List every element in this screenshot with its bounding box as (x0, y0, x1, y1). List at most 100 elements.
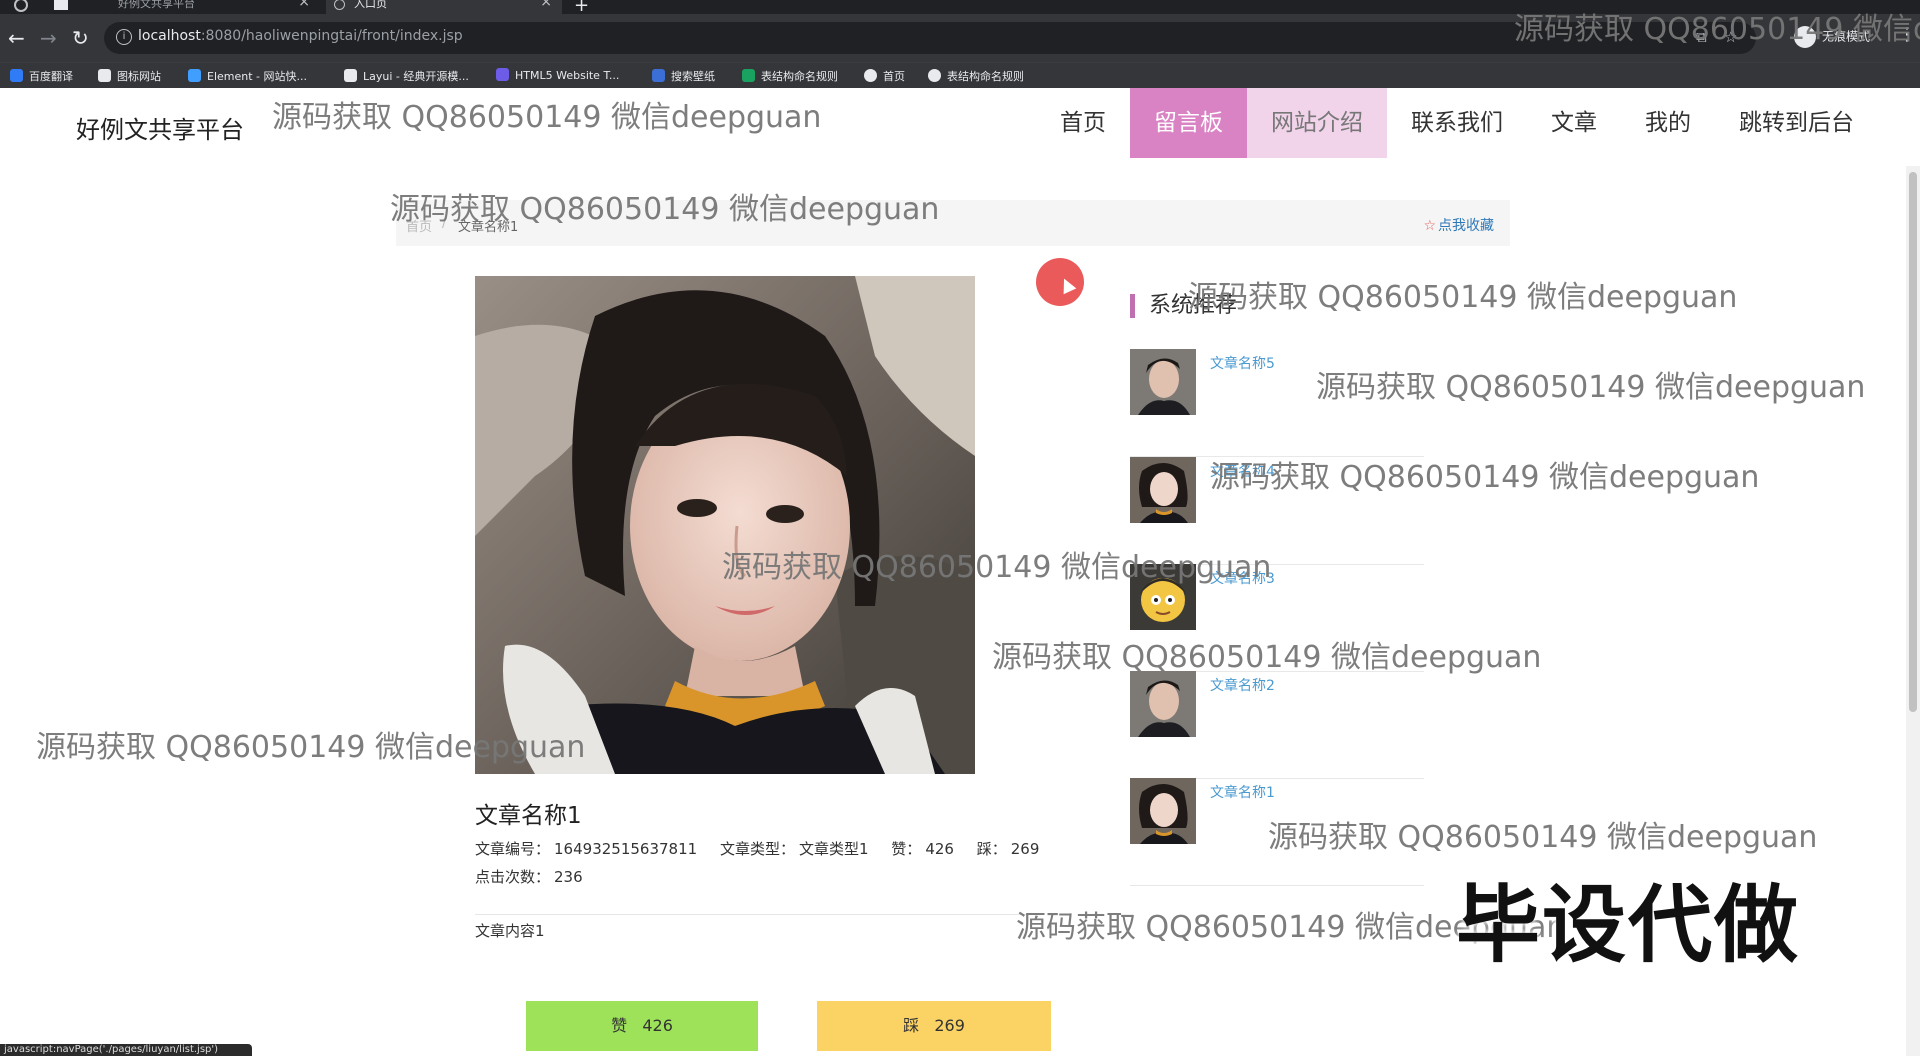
meta-dislike-value: 269 (1010, 840, 1040, 858)
bookmark-item[interactable]: Layui - 经典开源模... (344, 68, 469, 84)
close-tab-icon[interactable]: × (298, 0, 310, 9)
back-arrow-icon[interactable]: ← (8, 26, 25, 50)
woman-photo (1130, 778, 1196, 844)
browser-tab-2[interactable]: 入口页 × (326, 0, 562, 14)
breadcrumb: 首页 / 文章名称1 ☆ 点我收藏 (396, 200, 1510, 246)
recommend-item[interactable]: 文章名称1 (1130, 778, 1424, 886)
breadcrumb-separator: / (442, 216, 447, 231)
favorite-button[interactable]: ☆ 点我收藏 (1423, 215, 1494, 235)
incognito-label: 无痕模式 (1822, 29, 1871, 44)
layui-icon (344, 69, 357, 82)
recommend-thumbnail[interactable] (1130, 349, 1196, 415)
bookmark-label: 图标网站 (117, 70, 161, 83)
bookmarks-bar: 百度翻译 图标网站 Element - 网站快... Layui - 经典开源模… (0, 62, 1920, 88)
bookmark-item[interactable]: 百度翻译 (10, 68, 73, 84)
browser-tab-strip: 好例文共享平台 × 入口页 × + (0, 0, 1920, 16)
scrollbar-thumb[interactable] (1909, 172, 1917, 712)
recommend-thumbnail[interactable] (1130, 778, 1196, 844)
meta-type-value: 文章类型1 (798, 840, 869, 858)
cartoon-photo (1130, 564, 1196, 630)
article-meta-row: 点击次数： 236 (475, 866, 587, 887)
browser-menu-icon[interactable]: ⋮ (1898, 24, 1916, 45)
dislike-button[interactable]: 踩 269 (817, 1001, 1051, 1051)
breadcrumb-home[interactable]: 首页 (406, 216, 432, 235)
nav-message-board[interactable]: 留言板 (1130, 88, 1247, 158)
article-meta-row: 文章编号： 164932515637811 文章类型： 文章类型1 赞： 426 踩：… (475, 838, 1043, 859)
page-scrollbar[interactable] (1906, 166, 1920, 1056)
nav-about[interactable]: 网站介绍 (1247, 88, 1387, 158)
bookmark-item[interactable]: Element - 网站快... (188, 68, 307, 84)
recommend-item[interactable]: 文章名称2 (1130, 671, 1424, 779)
watermark-big-text: 毕设代做 (1456, 876, 1801, 974)
site-info-icon[interactable]: i (116, 29, 132, 45)
favorite-label: 点我收藏 (1438, 218, 1494, 234)
window-icon (54, 0, 68, 10)
meta-clicks-value: 236 (554, 868, 583, 886)
bookmark-star-icon[interactable]: ☆ (1724, 28, 1737, 46)
translate-icon[interactable]: ⧉ (1696, 28, 1707, 46)
wallpaper-icon (652, 69, 665, 82)
meta-like-label: 赞： (891, 840, 922, 858)
woman-photo (1130, 457, 1196, 523)
dislike-label: 踩 (903, 1016, 920, 1035)
bookmark-label: Element - 网站快... (207, 70, 307, 83)
nav-contact[interactable]: 联系我们 (1387, 88, 1527, 158)
incognito-indicator[interactable]: 无痕模式 (1794, 26, 1870, 48)
bookmark-label: 首页 (883, 70, 905, 83)
browser-toolbar: ← → ↻ i localhost:8080/haoliwenpingtai/f… (0, 14, 1920, 62)
main-nav: 首页 留言板 网站介绍 联系我们 文章 我的 跳转到后台 (1036, 88, 1878, 158)
globe-icon (864, 69, 877, 82)
bookmark-item[interactable]: 表结构命名规则 (928, 68, 1024, 84)
man-photo (1130, 671, 1196, 737)
close-tab-icon[interactable]: × (540, 0, 552, 9)
bookmark-icon (10, 69, 23, 82)
site-title[interactable]: 好例文共享平台 (76, 110, 244, 145)
like-button[interactable]: 赞 426 (526, 1001, 758, 1051)
bookmark-item[interactable]: 表结构命名规则 (742, 68, 838, 84)
meta-like-value: 426 (925, 840, 954, 858)
man-photo (1130, 349, 1196, 415)
breadcrumb-current: 文章名称1 (458, 220, 519, 235)
recommend-thumbnail[interactable] (1130, 457, 1196, 523)
browser-app-icon (14, 0, 28, 12)
address-bar[interactable]: i localhost:8080/haoliwenpingtai/front/i… (104, 22, 1756, 54)
bookmark-item[interactable]: 首页 (864, 68, 905, 84)
sheet-icon (742, 69, 755, 82)
recommend-item[interactable]: 文章名称5 (1130, 349, 1424, 457)
globe-icon (928, 69, 941, 82)
nav-home[interactable]: 首页 (1036, 88, 1130, 158)
recommend-item[interactable]: 文章名称3 (1130, 564, 1424, 672)
browser-tab-1[interactable]: 好例文共享平台 × (90, 0, 320, 14)
recommend-thumbnail[interactable] (1130, 564, 1196, 630)
portrait-photo (475, 276, 975, 774)
nav-articles[interactable]: 文章 (1527, 88, 1621, 158)
recommend-name[interactable]: 文章名称2 (1210, 675, 1275, 695)
recommend-name[interactable]: 文章名称3 (1210, 568, 1275, 588)
bookmark-item[interactable]: HTML5 Website T... (496, 68, 619, 82)
bookmark-item[interactable]: 搜索壁纸 (652, 68, 715, 84)
recommend-item[interactable]: 文章名称4 (1130, 457, 1424, 565)
recommend-name[interactable]: 文章名称4 (1210, 461, 1275, 481)
nav-admin[interactable]: 跳转到后台 (1715, 88, 1878, 158)
meta-id-value: 164932515637811 (554, 840, 698, 858)
recommend-name[interactable]: 文章名称5 (1210, 353, 1275, 373)
reload-icon[interactable]: ↻ (72, 26, 89, 50)
recommend-thumbnail[interactable] (1130, 671, 1196, 737)
recommend-title: 系统推荐 (1130, 294, 1237, 318)
meta-id-label: 文章编号： (475, 840, 551, 858)
forward-arrow-icon[interactable]: → (40, 26, 57, 50)
meta-clicks-label: 点击次数： (475, 868, 551, 886)
url-text[interactable]: localhost:8080/haoliwenpingtai/front/ind… (138, 28, 463, 44)
meta-dislike-label: 踩： (976, 840, 1007, 858)
url-host: localhost (138, 28, 201, 44)
bookmark-label: HTML5 Website T... (515, 69, 620, 82)
bookmark-label: Layui - 经典开源模... (363, 70, 469, 83)
recommend-name[interactable]: 文章名称1 (1210, 782, 1275, 802)
nav-mine[interactable]: 我的 (1621, 88, 1715, 158)
bookmark-item[interactable]: 图标网站 (98, 68, 161, 84)
url-path: :8080/haoliwenpingtai/front/index.jsp (200, 28, 463, 44)
dislike-count: 269 (934, 1016, 965, 1035)
tab-title: 入口页 (354, 0, 387, 10)
bookmark-label: 搜索壁纸 (671, 70, 715, 83)
content-divider (475, 914, 1035, 915)
